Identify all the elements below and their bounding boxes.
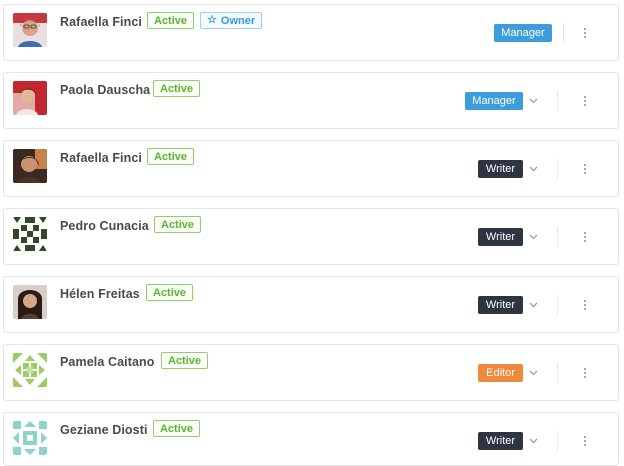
badge-group: Active [147, 148, 195, 165]
identicon-teal-icon [13, 421, 47, 455]
identicon-dark-green-icon [13, 217, 47, 251]
member-row: Pedro Cunacia Active Writer [3, 208, 619, 265]
role-button[interactable]: Writer [478, 432, 523, 450]
chevron-down-icon[interactable] [526, 298, 540, 312]
more-vertical-icon[interactable] [580, 433, 590, 449]
member-name: Geziane Diosti [60, 423, 148, 437]
divider [557, 159, 558, 179]
role-button[interactable]: Editor [478, 364, 523, 382]
member-row: Rafaella Finci Active ☆ Owner Manager [3, 4, 619, 61]
more-vertical-icon[interactable] [580, 25, 590, 41]
chevron-down-icon[interactable] [526, 230, 540, 244]
badge-group: Active [161, 352, 209, 369]
divider [557, 227, 558, 247]
status-badge: Active [153, 420, 201, 437]
badge-group: Active [154, 216, 202, 233]
rafaella-photo-icon [13, 149, 47, 183]
role-button[interactable]: Manager [494, 24, 552, 42]
divider [557, 295, 558, 315]
status-badge: Active [154, 216, 202, 233]
member-row: Rafaella Finci Active Writer [3, 140, 619, 197]
member-name: Rafaella Finci [60, 15, 142, 29]
role-button[interactable]: Writer [478, 160, 523, 178]
badge-group: Active [146, 284, 194, 301]
more-vertical-icon[interactable] [580, 365, 590, 381]
role-button[interactable]: Manager [465, 92, 523, 110]
status-badge: Active [147, 148, 195, 165]
member-row: Paola Dauscha Active Manager [3, 72, 619, 129]
member-name: Pedro Cunacia [60, 219, 149, 233]
more-vertical-icon[interactable] [580, 93, 590, 109]
status-badge: Active [153, 80, 201, 97]
member-name: Pamela Caitano [60, 355, 155, 369]
status-badge: Active [147, 12, 195, 29]
owner-label: Owner [220, 14, 256, 27]
divider [557, 91, 558, 111]
paola-photo-icon [13, 81, 47, 115]
more-vertical-icon[interactable] [580, 297, 590, 313]
member-list: Rafaella Finci Active ☆ Owner Manager Pa… [0, 0, 624, 466]
member-name: Paola Dauscha [60, 83, 151, 97]
owner-badge: ☆ Owner [200, 12, 263, 29]
badge-group: Active [153, 80, 201, 97]
divider [557, 431, 558, 451]
chevron-down-icon[interactable] [526, 94, 540, 108]
member-name: Rafaella Finci [60, 151, 142, 165]
chevron-down-icon[interactable] [526, 162, 540, 176]
chevron-down-icon[interactable] [526, 366, 540, 380]
rafaella-photo-icon [13, 13, 47, 47]
member-row: Pamela Caitano Active Editor [3, 344, 619, 401]
status-badge: Active [161, 352, 209, 369]
more-vertical-icon[interactable] [580, 229, 590, 245]
helen-photo-icon [13, 285, 47, 319]
member-name: Hélen Freitas [60, 287, 140, 301]
badge-group: Active ☆ Owner [147, 12, 263, 29]
status-badge: Active [146, 284, 194, 301]
member-row: Hélen Freitas Active Writer [3, 276, 619, 333]
divider [563, 23, 564, 43]
star-outline-icon: ☆ [207, 14, 217, 26]
chevron-down-icon[interactable] [526, 434, 540, 448]
role-button[interactable]: Writer [478, 296, 523, 314]
member-row: Geziane Diosti Active Writer [3, 412, 619, 466]
divider [557, 363, 558, 383]
more-vertical-icon[interactable] [580, 161, 590, 177]
role-button[interactable]: Writer [478, 228, 523, 246]
badge-group: Active [153, 420, 201, 437]
identicon-light-green-icon [13, 353, 47, 387]
